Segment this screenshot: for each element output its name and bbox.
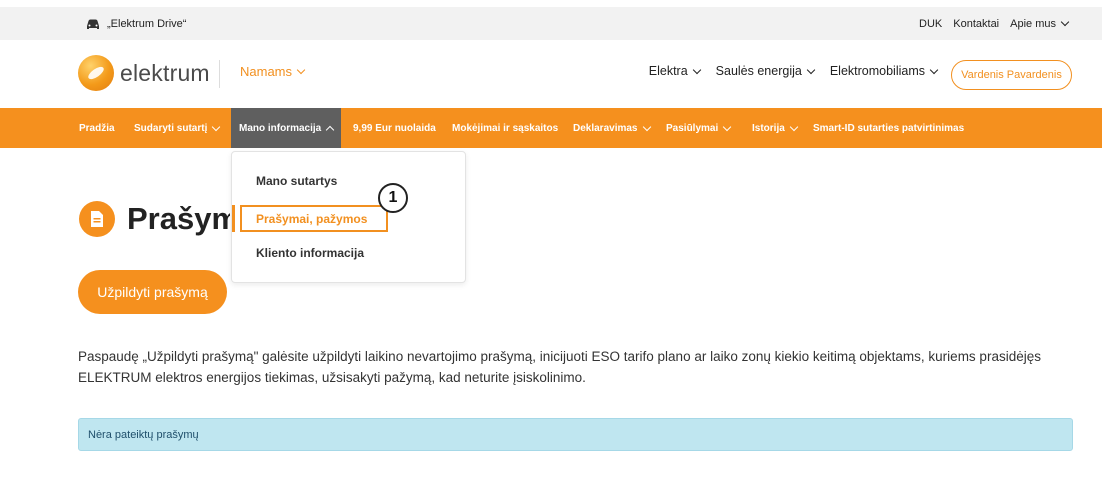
- chevron-down-icon: [296, 65, 306, 75]
- logo-mark-icon: [78, 55, 114, 91]
- nav-solar-label: Saulės energija: [715, 64, 802, 78]
- nav-my-info[interactable]: Mano informacija: [231, 108, 342, 148]
- car-icon: [87, 19, 99, 29]
- nav-offers[interactable]: Pasiūlymai: [666, 108, 732, 148]
- nav-home[interactable]: Pradžia: [79, 108, 115, 148]
- nav-declaring[interactable]: Deklaravimas: [573, 108, 651, 148]
- chevron-down-icon: [1060, 17, 1070, 27]
- page-description: Paspaudę „Užpildyti prašymą" galėsite už…: [78, 349, 1041, 385]
- elektrum-drive-label: „Elektrum Drive“: [107, 17, 187, 30]
- step-number-badge: 1: [378, 183, 408, 213]
- nav-smart-id[interactable]: Smart-ID sutarties patvirtinimas: [813, 108, 964, 148]
- nav-sign-contract[interactable]: Sudaryti sutartį: [134, 108, 221, 148]
- segment-selector[interactable]: Namams: [240, 64, 306, 79]
- nav-declaring-label: Deklaravimas: [573, 122, 638, 134]
- nav-history-label: Istorija: [752, 122, 785, 134]
- nav-sign-contract-label: Sudaryti sutartį: [134, 122, 208, 134]
- nav-discount[interactable]: 9,99 Eur nuolaida: [353, 108, 436, 148]
- header-nav: Elektra Saulės energija Elektromobiliams: [633, 64, 939, 78]
- nav-solar[interactable]: Saulės energija: [715, 64, 816, 78]
- nav-my-info-label: Mano informacija: [239, 122, 322, 134]
- nav-electricity[interactable]: Elektra: [648, 64, 701, 78]
- document-icon: [79, 201, 115, 237]
- chevron-down-icon: [789, 122, 799, 131]
- chevron-up-icon: [326, 125, 335, 134]
- my-info-dropdown: Mano sutartys Prašymai, pažymos Kliento …: [231, 151, 466, 283]
- main-nav: Pradžia Sudaryti sutartį Mano informacij…: [0, 108, 1102, 148]
- nav-electricity-label: Elektra: [648, 64, 688, 78]
- contacts-link[interactable]: Kontaktai: [953, 18, 999, 30]
- nav-ev[interactable]: Elektromobiliams: [829, 64, 939, 78]
- nav-ev-label: Elektromobiliams: [829, 64, 925, 78]
- chevron-down-icon: [642, 122, 651, 131]
- site-header: elektrum Namams Elektra Saulės energija …: [0, 40, 1102, 108]
- utility-bar: „Elektrum Drive“ DUK Kontaktai Apie mus: [0, 7, 1102, 40]
- dropdown-item-contracts[interactable]: Mano sutartys: [256, 174, 337, 188]
- elektrum-logo[interactable]: elektrum: [78, 55, 210, 91]
- no-requests-notice: Nėra pateiktų prašymų: [78, 418, 1073, 451]
- about-menu[interactable]: Apie mus: [1010, 17, 1070, 30]
- chevron-down-icon: [692, 65, 701, 74]
- chevron-down-icon: [723, 122, 732, 131]
- about-label: Apie mus: [1010, 17, 1056, 30]
- dropdown-item-client-info[interactable]: Kliento informacija: [256, 246, 364, 260]
- fill-request-button[interactable]: Užpildyti prašymą: [78, 270, 227, 314]
- user-account-button[interactable]: Vardenis Pavardenis: [951, 60, 1072, 90]
- active-marker: [232, 205, 235, 232]
- utility-links: DUK Kontaktai Apie mus: [908, 7, 1070, 40]
- chevron-down-icon: [929, 65, 939, 74]
- dropdown-item-requests[interactable]: Prašymai, pažymos: [240, 205, 388, 232]
- nav-payments[interactable]: Mokėjimai ir sąskaitos: [452, 108, 558, 148]
- chevron-down-icon: [212, 122, 221, 131]
- segment-label: Namams: [240, 64, 293, 79]
- header-divider: [219, 60, 220, 88]
- elektrum-drive-link[interactable]: „Elektrum Drive“: [85, 7, 186, 40]
- chevron-down-icon: [806, 65, 816, 74]
- nav-history[interactable]: Istorija: [752, 108, 799, 148]
- page-title: Prašymai, pažymos: [79, 201, 230, 237]
- logo-text: elektrum: [120, 59, 210, 86]
- faq-link[interactable]: DUK: [919, 18, 942, 30]
- page-title-text: Prašymai, pažymos: [127, 201, 230, 236]
- nav-offers-label: Pasiūlymai: [666, 122, 719, 134]
